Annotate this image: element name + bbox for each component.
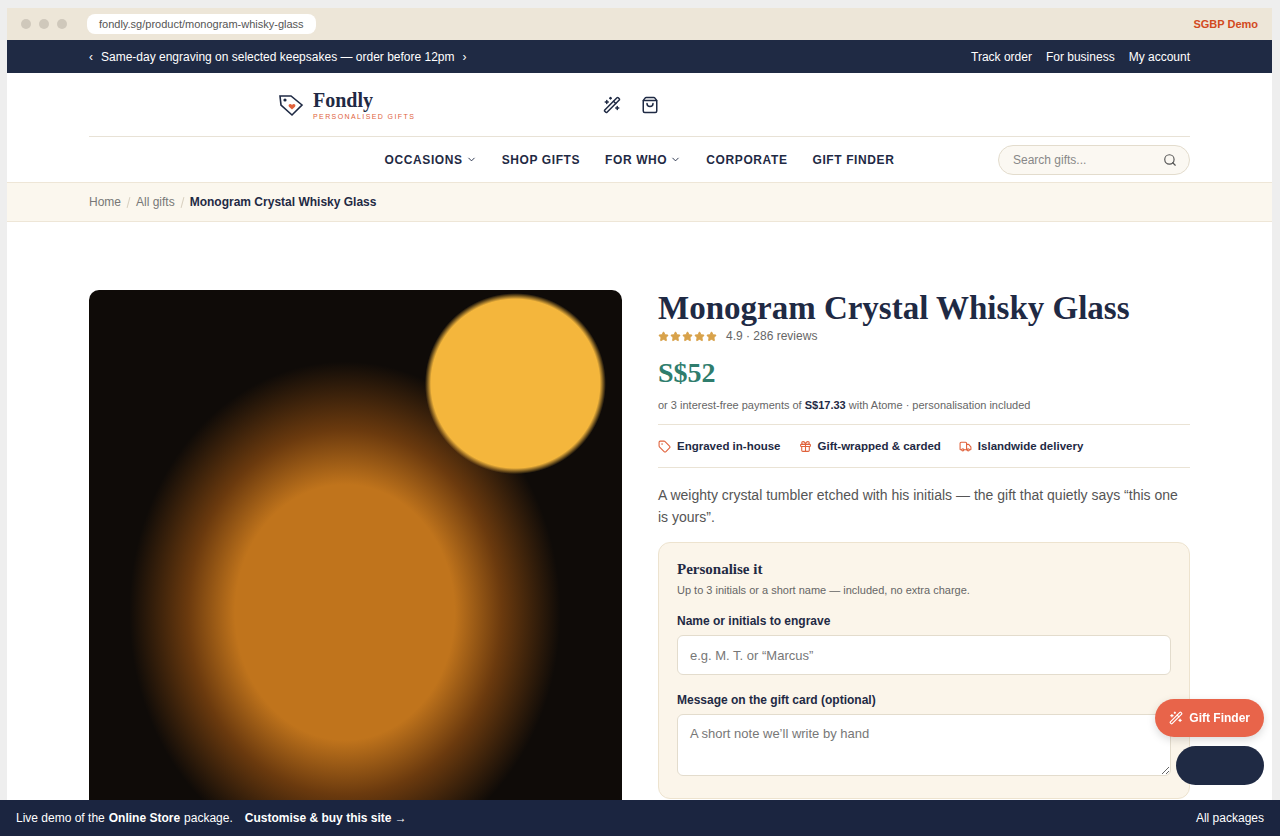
demo-text: Live demo of the bbox=[16, 811, 105, 825]
tag-icon bbox=[658, 440, 671, 453]
breadcrumb-item: Monogram Crystal Whisky Glass bbox=[190, 195, 377, 209]
window-dot[interactable] bbox=[39, 19, 49, 29]
demo-badge: SGBP Demo bbox=[1193, 18, 1258, 30]
gift-finder-button[interactable]: Gift Finder bbox=[1155, 699, 1264, 737]
demo-suffix: package. bbox=[184, 811, 233, 825]
personalise-subtitle: Up to 3 initials or a short name — inclu… bbox=[677, 584, 1171, 596]
field-label: Name or initials to engrave bbox=[677, 614, 1171, 628]
price: S$52 bbox=[658, 357, 1190, 389]
demo-package: Online Store bbox=[109, 811, 180, 825]
breadcrumb-item[interactable]: Home bbox=[89, 195, 121, 209]
window-dot[interactable] bbox=[21, 19, 31, 29]
form-field: Name or initials to engrave bbox=[677, 614, 1171, 675]
product-info: Monogram Crystal Whisky Glass 4.9 · 286 r… bbox=[658, 290, 1190, 810]
truck-icon bbox=[959, 440, 972, 453]
top-links: Track order For business My account bbox=[971, 50, 1190, 64]
window-dot[interactable] bbox=[57, 19, 67, 29]
message-textarea[interactable] bbox=[677, 714, 1171, 776]
brand-name: Fondly bbox=[313, 90, 415, 110]
top-link[interactable]: For business bbox=[1046, 50, 1115, 64]
top-link[interactable]: Track order bbox=[971, 50, 1032, 64]
demo-bar: Live demo of the Online Store package. Cust… bbox=[0, 800, 1280, 836]
main-nav: OCCASIONS SHOP GIFTS FOR WHO CORPORATE GIFT … bbox=[385, 153, 895, 167]
nav-item[interactable]: FOR WHO bbox=[605, 153, 681, 167]
nav-item[interactable]: OCCASIONS bbox=[385, 153, 477, 167]
engrave-input[interactable] bbox=[677, 635, 1171, 675]
feature: Islandwide delivery bbox=[959, 440, 1083, 453]
star-icon bbox=[670, 331, 681, 342]
frame: fondly.sg/product/monogram-whisky-glass S… bbox=[0, 0, 1280, 836]
brand: Fondly PERSONALISED GIFTS bbox=[313, 90, 415, 120]
personalise-title: Personalise it bbox=[677, 561, 1171, 578]
nav-row: OCCASIONS SHOP GIFTS FOR WHO CORPORATE GIFT … bbox=[89, 137, 1190, 182]
feature: Engraved in-house bbox=[658, 440, 781, 453]
search-icon[interactable] bbox=[1163, 153, 1177, 167]
search-placeholder: Search gifts... bbox=[1013, 153, 1163, 167]
announcement-text: Same-day engraving on selected keepsakes… bbox=[101, 50, 455, 64]
breadcrumb-item[interactable]: All gifts bbox=[136, 195, 175, 209]
installments: or 3 interest-free payments of S$17.33 w… bbox=[658, 399, 1190, 411]
browser-bar: fondly.sg/product/monogram-whisky-glass S… bbox=[7, 8, 1272, 40]
page: fondly.sg/product/monogram-whisky-glass S… bbox=[7, 8, 1272, 836]
breadcrumb: Home All gifts Monogram Crystal Whisky Gla… bbox=[7, 182, 1272, 222]
description: A weighty crystal tumbler etched with hi… bbox=[658, 484, 1190, 528]
breadcrumb-separator bbox=[127, 197, 131, 208]
star-icon bbox=[694, 331, 705, 342]
star-icon bbox=[706, 331, 717, 342]
product-title: Monogram Crystal Whisky Glass bbox=[658, 290, 1190, 326]
rating-text: 4.9 · 286 reviews bbox=[726, 329, 817, 343]
gift-tag-icon bbox=[277, 92, 305, 118]
nav-item[interactable]: GIFT FINDER bbox=[813, 153, 895, 167]
form-field: Message on the gift card (optional) bbox=[677, 693, 1171, 780]
star-icon bbox=[658, 331, 669, 342]
brand-tagline: PERSONALISED GIFTS bbox=[313, 113, 415, 120]
wand-icon[interactable] bbox=[603, 96, 621, 114]
all-packages-link[interactable]: All packages bbox=[1196, 811, 1264, 825]
feature: Gift-wrapped & carded bbox=[799, 440, 941, 453]
header-icons bbox=[603, 96, 659, 114]
bag-icon[interactable] bbox=[641, 96, 659, 114]
product-main: Monogram Crystal Whisky Glass 4.9 · 286 r… bbox=[89, 290, 1190, 810]
prev-button[interactable]: ‹ bbox=[89, 50, 93, 64]
announcement: ‹ Same-day engraving on selected keepsake… bbox=[89, 50, 467, 64]
field-label: Message on the gift card (optional) bbox=[677, 693, 1171, 707]
chevron-down-icon bbox=[670, 154, 681, 165]
announcement-bar: ‹ Same-day engraving on selected keepsake… bbox=[7, 40, 1272, 73]
url-field[interactable]: fondly.sg/product/monogram-whisky-glass bbox=[87, 14, 316, 34]
next-button[interactable]: › bbox=[463, 50, 467, 64]
customise-link[interactable]: Customise & buy this site → bbox=[245, 811, 407, 825]
star-icon bbox=[682, 331, 693, 342]
features: Engraved in-house Gift-wrapped & carded Is… bbox=[658, 424, 1190, 468]
personalise-card: Personalise it Up to 3 initials or a shor… bbox=[658, 542, 1190, 799]
gift-icon bbox=[799, 440, 812, 453]
header: Fondly PERSONALISED GIFTS bbox=[89, 73, 1190, 137]
nav-item[interactable]: SHOP GIFTS bbox=[502, 153, 580, 167]
logo[interactable]: Fondly PERSONALISED GIFTS bbox=[277, 90, 603, 120]
product-photo bbox=[89, 290, 622, 810]
top-link[interactable]: My account bbox=[1129, 50, 1190, 64]
chat-button[interactable] bbox=[1176, 746, 1264, 785]
breadcrumb-separator bbox=[180, 197, 184, 208]
nav-item[interactable]: CORPORATE bbox=[706, 153, 787, 167]
wand-icon bbox=[1169, 711, 1183, 725]
search-field[interactable]: Search gifts... bbox=[998, 145, 1190, 175]
chevron-down-icon bbox=[466, 154, 477, 165]
rating[interactable]: 4.9 · 286 reviews bbox=[658, 329, 1190, 343]
